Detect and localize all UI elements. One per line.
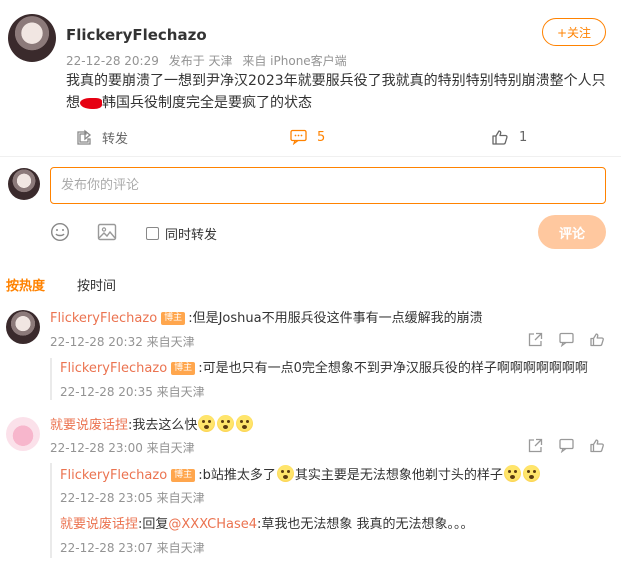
comment-actions: [528, 332, 605, 347]
reply-line: 就要说废话捏:回复@XXXCHase4:草我也无法想象 我真的无法想象。。。: [60, 516, 474, 534]
like-action[interactable]: 1: [492, 128, 527, 146]
forward-icon: [77, 129, 92, 145]
thumbs-up-icon: [492, 130, 508, 145]
reply-text: :可是也只有一点0完全想象不到尹净汉服兵役的样子啊啊啊啊啊啊啊: [198, 361, 588, 376]
weibo-post: FlickeryFlechazo 22-12-28 20:29 发布于 天津 来…: [0, 0, 621, 160]
follow-label: +关注: [556, 25, 592, 40]
replier-name[interactable]: FlickeryFlechazo: [60, 468, 167, 483]
comment-line: FlickeryFlechazo 博主:但是Joshua不用服兵役这件事有一点缓解…: [50, 310, 483, 328]
comment-meta: 22-12-28 23:00 来自天津: [50, 441, 195, 455]
reply-meta: 22-12-28 20:35 来自天津: [60, 385, 205, 399]
reply-line: FlickeryFlechazo 博主:b站推太多了 其实主要是无法想象他剃寸头的样…: [60, 465, 541, 485]
emoji-button[interactable]: [50, 222, 70, 246]
post-meta: 22-12-28 20:29 发布于 天津 来自 iPhone客户端: [66, 52, 353, 69]
author-badge: 博主: [171, 362, 196, 375]
comment-actions: [528, 438, 605, 453]
author-avatar[interactable]: [8, 14, 56, 62]
comment-meta: 22-12-28 20:32 来自天津: [50, 335, 195, 349]
share-icon[interactable]: [528, 332, 543, 347]
surprised-emoji-icon: [198, 415, 216, 432]
tab-sort-hot[interactable]: 按热度: [0, 275, 45, 294]
composer-avatar: [8, 168, 40, 200]
submit-label: 评论: [558, 225, 585, 241]
comment-count: 5: [317, 129, 326, 145]
tab-sort-time[interactable]: 按时间: [71, 275, 116, 294]
mention-link[interactable]: @XXXCHase4: [168, 517, 257, 532]
smirk-emoji-icon: [522, 465, 540, 482]
censor-mark: [80, 97, 102, 109]
reply-text: :草我也无法想象 我真的无法想象。。。: [257, 517, 474, 532]
commenter-avatar[interactable]: [6, 417, 40, 451]
reply-divider: [50, 358, 52, 400]
smirk-emoji-icon: [503, 465, 521, 482]
reply-divider: [50, 463, 52, 558]
comment-icon[interactable]: [559, 438, 574, 453]
forward-action[interactable]: 转发: [76, 128, 129, 147]
image-icon: [97, 223, 117, 241]
thumbs-up-icon[interactable]: [590, 332, 605, 347]
repost-checkbox[interactable]: 同时转发: [146, 224, 217, 243]
reply-meta: 22-12-28 23:07 来自天津: [60, 541, 205, 555]
post-location: 发布于 天津: [168, 54, 233, 68]
repost-label: 同时转发: [165, 228, 218, 243]
comment-icon[interactable]: [559, 332, 574, 347]
comment-action[interactable]: 5: [290, 128, 325, 146]
like-count: 1: [519, 129, 528, 145]
post-text: 我真的要崩溃了一想到尹净汉2023年就要服兵役了我就真的特别特别特别崩溃整个人只…: [66, 70, 611, 114]
comment-text: :我去这么快: [128, 418, 198, 433]
replier-name[interactable]: 就要说废话捏: [60, 517, 138, 532]
comment-input[interactable]: [50, 167, 606, 204]
share-icon[interactable]: [528, 438, 543, 453]
reply-text: :回复: [138, 517, 169, 532]
replier-name[interactable]: FlickeryFlechazo: [60, 361, 167, 376]
commenter-avatar[interactable]: [6, 310, 40, 344]
checkbox-box[interactable]: [146, 227, 159, 240]
reply-text: :b站推太多了: [198, 468, 276, 483]
smiley-icon: [50, 222, 70, 242]
reply-line: FlickeryFlechazo 博主:可是也只有一点0完全想象不到尹净汉服兵役的…: [60, 360, 588, 378]
commenter-name[interactable]: 就要说废话捏: [50, 418, 128, 433]
comment-text: :但是Joshua不用服兵役这件事有一点缓解我的崩溃: [188, 311, 483, 326]
post-timestamp[interactable]: 22-12-28 20:29: [66, 54, 159, 68]
reply-meta: 22-12-28 23:05 来自天津: [60, 491, 205, 505]
author-username[interactable]: FlickeryFlechazo: [66, 26, 207, 44]
author-badge: 博主: [161, 312, 186, 325]
surprised-emoji-icon: [217, 415, 235, 432]
post-device: 来自 iPhone客户端: [242, 54, 347, 68]
smirk-emoji-icon: [276, 465, 294, 482]
sort-tabs: 按热度 按时间: [0, 275, 142, 294]
comment-line: 就要说废话捏:我去这么快: [50, 415, 254, 435]
author-badge: 博主: [171, 469, 196, 482]
submit-comment-button[interactable]: 评论: [538, 215, 606, 249]
forward-label: 转发: [102, 131, 129, 147]
commenter-name[interactable]: FlickeryFlechazo: [50, 311, 157, 326]
divider: [0, 156, 621, 157]
follow-button[interactable]: +关注: [542, 18, 606, 46]
reply-text: 其实主要是无法想象他剃寸头的样子: [294, 468, 503, 483]
post-text-part2: 韩国兵役制度完全是要疯了的状态: [102, 95, 312, 111]
surprised-emoji-icon: [236, 415, 254, 432]
thumbs-up-icon[interactable]: [590, 438, 605, 453]
image-button[interactable]: [97, 222, 117, 246]
comment-icon: [290, 129, 307, 145]
